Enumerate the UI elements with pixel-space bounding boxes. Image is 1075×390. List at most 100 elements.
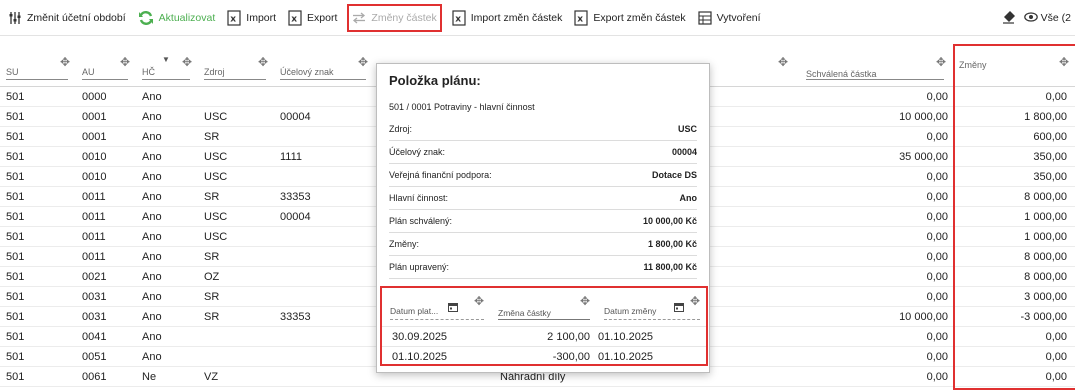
table-cell-uz	[280, 247, 370, 267]
table-cell-schv: 0,00	[926, 331, 948, 343]
table-cell-zm: 0,00	[1045, 91, 1067, 103]
toolbar: Změnit účetní období Aktualizovat x Impo…	[0, 0, 1075, 36]
table-cell-uz	[280, 267, 370, 287]
table-cell-zm: 0,00	[1045, 331, 1067, 343]
table-cell-au: 0001	[82, 131, 107, 143]
table-cell-uz	[280, 347, 370, 367]
table-cell-au: 0031	[82, 291, 107, 303]
column-header-zmeny[interactable]: ✥ Změny	[953, 46, 1075, 86]
table-cell-zdroj: USC	[204, 151, 228, 163]
table-cell-uz	[280, 87, 370, 107]
table-cell-zdroj	[204, 347, 270, 367]
table-cell-schv: 0,00	[926, 91, 948, 103]
table-cell-zdroj	[204, 87, 270, 107]
visibility-filter[interactable]: Vše (2	[1041, 12, 1071, 24]
change-valid-date: 30.09.2025	[392, 331, 448, 343]
table-cell-zdroj: USC	[204, 211, 228, 223]
column-header-su[interactable]: ✥ SU	[0, 46, 76, 86]
calendar-icon[interactable]	[674, 302, 684, 315]
table-cell-su: 501	[6, 171, 25, 183]
toolbar-right: Vše (2	[1002, 6, 1071, 30]
column-header-datum-platnosti[interactable]: Datum plat... ✥	[382, 288, 490, 324]
column-header-zmena-castky[interactable]: Změna částky ✥	[490, 288, 596, 324]
table-cell-zm: 8 000,00	[1024, 271, 1067, 283]
table-cell-uz	[280, 287, 370, 307]
column-header-zdroj[interactable]: ✥ Zdroj	[198, 46, 274, 86]
move-icon[interactable]: ✥	[182, 55, 192, 69]
table-cell-hc: Ano	[142, 311, 162, 323]
move-icon[interactable]: ✥	[258, 55, 268, 69]
table-cell-hc: Ano	[142, 191, 162, 203]
excel-icon: x	[574, 9, 588, 26]
move-icon[interactable]: ✥	[474, 294, 484, 308]
column-header-datum-zmeny[interactable]: Datum změny ✥	[596, 288, 706, 324]
table-cell-su: 501	[6, 351, 25, 363]
table-cell-hc: Ano	[142, 91, 162, 103]
popup-field: Hlavní činnost: Ano	[389, 187, 697, 210]
refresh-icon	[138, 10, 154, 26]
popup-field-label: Změny:	[389, 239, 420, 249]
move-icon[interactable]: ✥	[1059, 55, 1069, 69]
move-icon[interactable]: ✥	[936, 55, 946, 69]
table-cell-su: 501	[6, 251, 25, 263]
eraser-icon[interactable]	[1002, 10, 1016, 27]
table-cell-zm: 1 800,00	[1024, 111, 1067, 123]
export-amount-changes-button[interactable]: x Export změn částek	[574, 6, 686, 30]
table-cell-schv: 0,00	[926, 171, 948, 183]
popup-field-value: 1 800,00 Kč	[647, 239, 697, 249]
table-cell-zm: 8 000,00	[1024, 191, 1067, 203]
export-button[interactable]: x Export	[288, 6, 337, 30]
import-button[interactable]: x Import	[227, 6, 276, 30]
table-cell-hc: Ano	[142, 111, 162, 123]
move-icon[interactable]: ✥	[120, 55, 130, 69]
amount-changes-button[interactable]: Změny částek	[347, 3, 442, 32]
table-cell-uz	[280, 227, 370, 247]
column-header-schvalena[interactable]: ✥ Schválená částka	[800, 46, 952, 86]
create-button[interactable]: Vytvoření	[697, 6, 761, 30]
table-cell-su: 501	[6, 311, 25, 323]
sort-desc-icon[interactable]: ▼	[162, 55, 170, 64]
table-cell-su: 501	[6, 371, 25, 383]
table-cell-zdroj: USC	[204, 231, 228, 243]
move-icon[interactable]: ✥	[778, 55, 788, 69]
svg-text:x: x	[230, 14, 236, 24]
table-cell-schv: 0,00	[926, 291, 948, 303]
column-header-hc[interactable]: ✥ ▼ HČ	[136, 46, 198, 86]
column-header-ucelovy-znak[interactable]: ✥ Účelový znak	[274, 46, 374, 86]
calendar-icon[interactable]	[448, 302, 458, 315]
table-cell-au: 0000	[82, 91, 107, 103]
refresh-button[interactable]: Aktualizovat	[138, 6, 215, 30]
table-cell-au: 0021	[82, 271, 107, 283]
popup-field-label: Veřejná finanční podpora:	[389, 170, 492, 180]
amount-change-row[interactable]: 30.09.2025 2 100,00 01.10.2025	[382, 326, 706, 347]
popup-subtitle: 501 / 0001 Potraviny - hlavní činnost	[389, 102, 535, 112]
import-amount-changes-button[interactable]: x Import změn částek	[452, 6, 562, 30]
move-icon[interactable]: ✥	[60, 55, 70, 69]
change-period-button[interactable]: Změnit účetní období	[8, 6, 126, 30]
eye-icon[interactable]	[1023, 11, 1038, 25]
move-icon[interactable]: ✥	[358, 55, 368, 69]
popup-field-label: Účelový znak:	[389, 147, 446, 157]
change-date: 01.10.2025	[598, 331, 654, 343]
table-cell-zm: 0,00	[1045, 371, 1067, 383]
move-icon[interactable]: ✥	[690, 294, 700, 308]
svg-text:x: x	[291, 14, 297, 24]
table-cell-su: 501	[6, 211, 25, 223]
amount-change-row[interactable]: 01.10.2025 -300,00 01.10.2025	[382, 346, 706, 367]
table-cell-zdroj: USC	[204, 111, 228, 123]
table-cell-su: 501	[6, 131, 25, 143]
column-header-au[interactable]: ✥ AU	[76, 46, 136, 86]
move-icon[interactable]: ✥	[580, 294, 590, 308]
table-cell-hc: Ano	[142, 251, 162, 263]
table-cell-uz: 1111	[280, 151, 303, 163]
table-cell-schv: 0,00	[926, 191, 948, 203]
table-cell-au: 0001	[82, 111, 107, 123]
table-cell-hc: Ano	[142, 211, 162, 223]
table-cell-su: 501	[6, 291, 25, 303]
table-cell-su: 501	[6, 151, 25, 163]
table-cell-hc: Ano	[142, 131, 162, 143]
svg-text:x: x	[578, 14, 584, 24]
popup-field: Veřejná finanční podpora: Dotace DS	[389, 164, 697, 187]
table-cell-au: 0031	[82, 311, 107, 323]
table-cell-zm: 3 000,00	[1024, 291, 1067, 303]
